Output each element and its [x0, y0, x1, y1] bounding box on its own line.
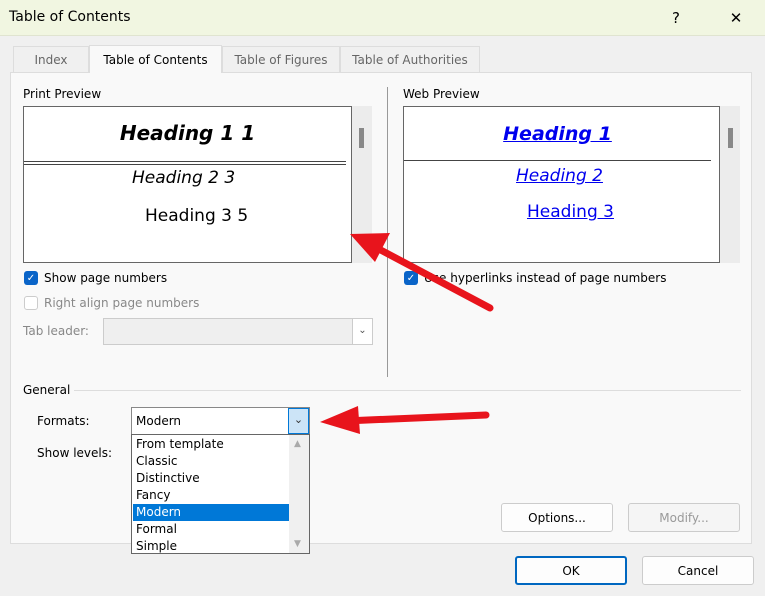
arrow-to-formats [320, 406, 490, 434]
annotation-arrows [320, 233, 494, 434]
tab-table-of-contents[interactable]: Table of Contents [89, 45, 222, 73]
arrow-to-print-preview [350, 233, 494, 312]
